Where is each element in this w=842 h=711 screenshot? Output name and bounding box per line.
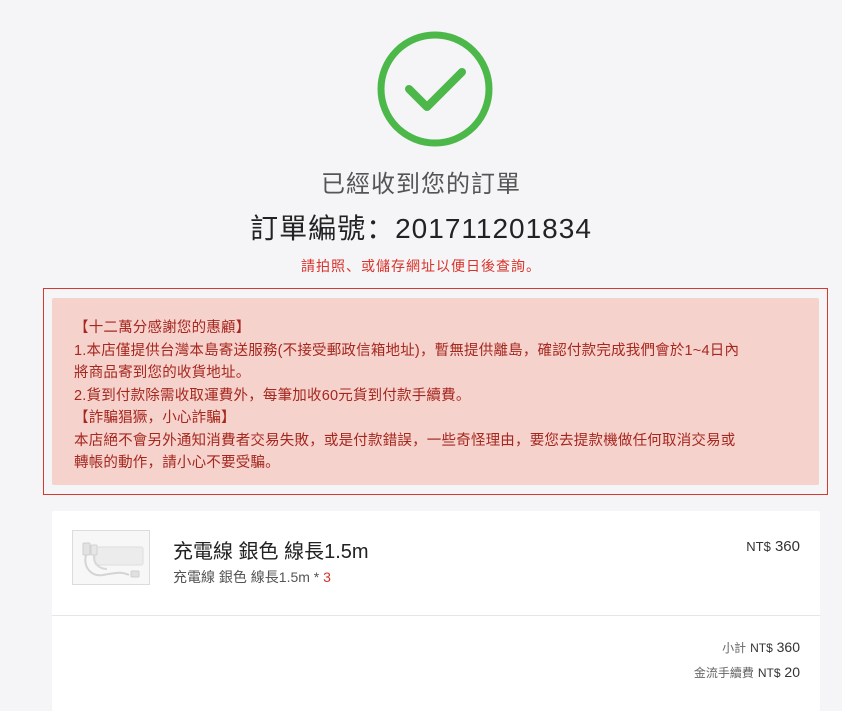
bookmark-hint: 請拍照、或儲存網址以便日後查詢。 [301,258,541,274]
notice-box: 【十二萬分感謝您的惠顧】 1.本店僅提供台灣本島寄送服務(不接受郵政信箱地址)，… [43,288,828,495]
item-price-value: 360 [774,538,800,555]
payment-fee-currency: NT$ [757,666,781,680]
check-circle-icon [376,30,494,148]
item-price: NT$ 360 [746,538,800,555]
notice-content: 【十二萬分感謝您的惠顧】 1.本店僅提供台灣本島寄送服務(不接受郵政信箱地址)，… [52,298,819,485]
item-quantity: 3 [323,569,331,585]
notice-line: 【詐騙猖獗，小心詐騙】 [74,410,236,426]
order-number-label: 訂單編號： [250,213,396,244]
order-number: 訂單編號：201711201834 [0,207,842,247]
notice-line: 1.本店僅提供台灣本島寄送服務(不接受郵政信箱地址)，暫無提供離島，確認付款完成… [74,342,740,359]
subtotal-value: 360 [776,639,800,655]
payment-fee-label: 金流手續費 [693,666,754,680]
item-qty-separator: * [309,569,324,585]
notice-line: 轉帳的動作，請小心不要受騙。 [74,455,280,471]
item-price-currency: NT$ [746,539,771,554]
order-summary-card: 充電線 銀色 線長1.5m 充電線 銀色 線長1.5m * 3 NT$ 360 … [52,511,820,711]
item-variant: 充電線 銀色 線長1.5m * 3 [173,567,331,587]
subtotal-row: 小計 NT$ 360 [722,639,800,656]
payment-fee-value: 20 [784,664,800,680]
notice-line: 2.貨到付款除需收取運費外，每筆加收60元貨到付款手續費。 [74,387,471,404]
notice-line: 【十二萬分感謝您的惠顧】 [74,320,251,336]
item-variant-label: 充電線 銀色 線長1.5m [173,569,310,585]
cable-product-image[interactable] [72,530,150,585]
order-number-value: 201711201834 [395,213,592,244]
payment-fee-row: 金流手續費 NT$ 20 [694,664,800,681]
subtotal-label: 小計 [722,641,747,655]
order-item-row: 充電線 銀色 線長1.5m 充電線 銀色 線長1.5m * 3 NT$ 360 [52,511,820,616]
notice-line: 本店絕不會另外通知消費者交易失敗，或是付款錯誤，一些奇怪理由，要您去提款機做任何… [74,432,736,449]
subtotal-currency: NT$ [750,641,773,655]
notice-line: 將商品寄到您的收貨地址。 [74,365,251,381]
item-title: 充電線 銀色 線長1.5m [173,541,369,563]
order-received-heading: 已經收到您的訂單 [321,171,521,198]
